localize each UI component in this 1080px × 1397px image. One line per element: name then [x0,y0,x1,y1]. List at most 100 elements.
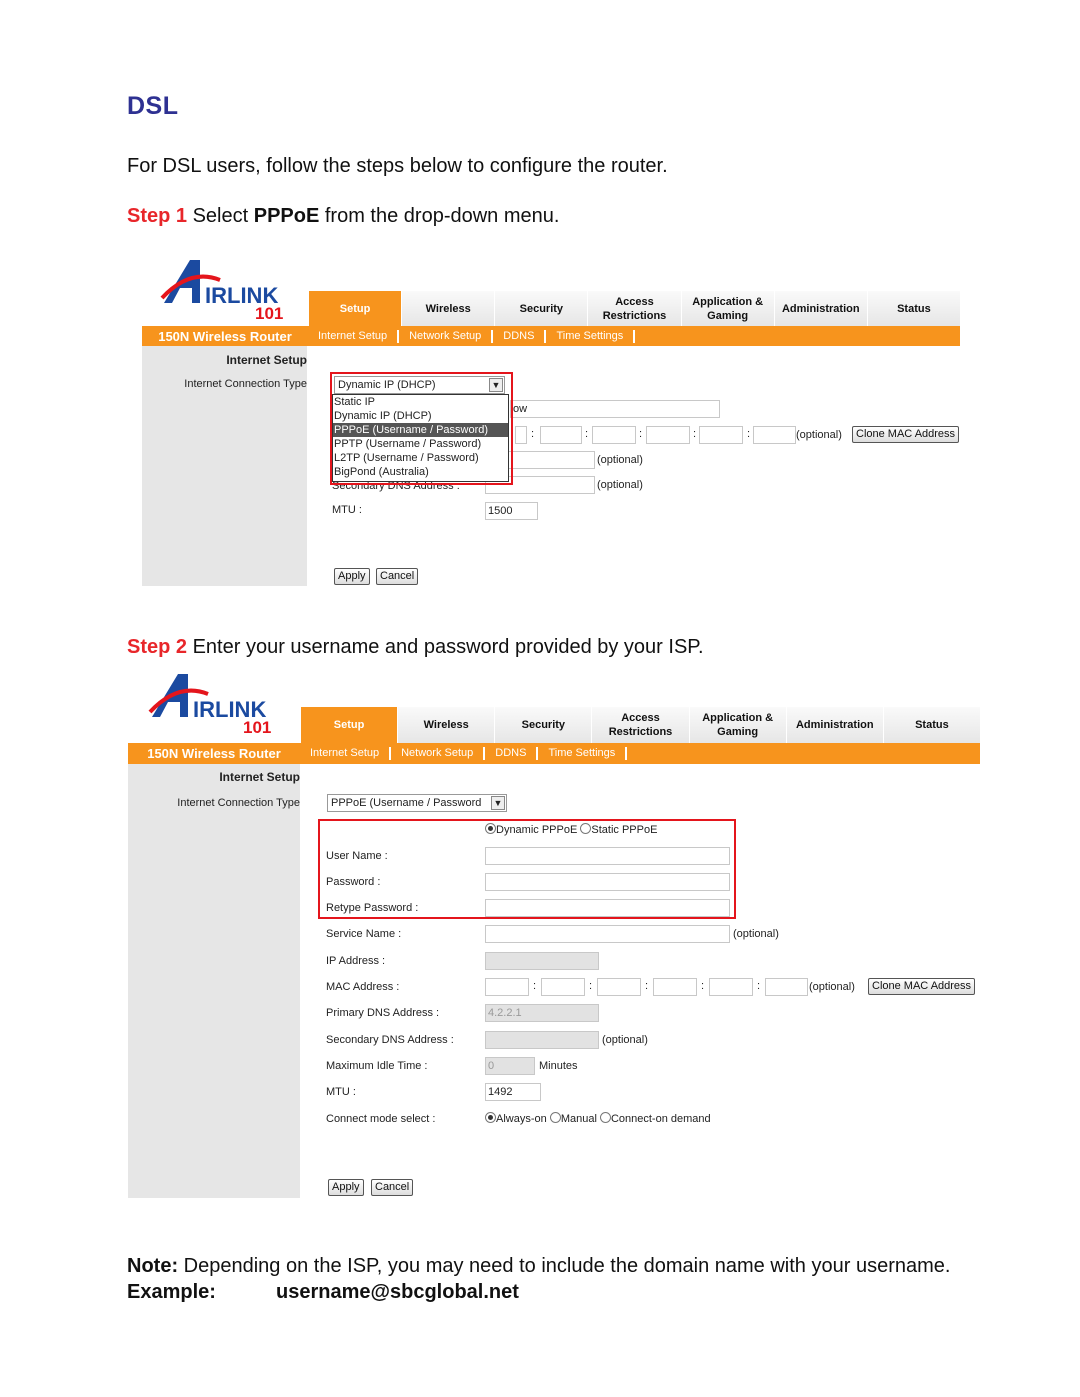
tab-administration[interactable]: Administration [785,707,883,743]
mac-octet-3[interactable] [592,426,636,444]
radio-always-on[interactable] [485,1112,496,1123]
tab-status[interactable]: Status [882,707,980,743]
router-screenshot-1: IRLINK 101 Setup Wireless Security Access… [142,258,960,586]
mac-octet-6[interactable] [753,426,796,444]
primary-dns-input[interactable]: 4.2.2.1 [485,1004,599,1022]
tab-wireless[interactable]: Wireless [401,291,495,326]
step-2-body: Enter your username and password provide… [187,636,704,658]
hidden-field[interactable]: ow [510,400,720,418]
secondary-dns-optional: (optional) [602,1034,648,1046]
product-name: 150N Wireless Router [158,328,292,344]
radio-manual[interactable] [549,1112,561,1123]
example-label: Example: [127,1281,216,1303]
tab-status[interactable]: Status [866,291,960,326]
tab-access-restrictions[interactable]: Access Restrictions [591,707,689,743]
connection-type-label: Internet Connection Type [184,378,307,390]
highlight-box [318,819,736,919]
max-idle-label: Maximum Idle Time : [326,1060,428,1072]
cancel-button[interactable]: Cancel [376,568,419,585]
subtab-time-settings[interactable]: Time Settings [546,329,636,343]
apply-button[interactable]: Apply [334,568,370,585]
sub-nav: 150N Wireless Router Internet Setup Netw… [128,743,980,764]
subtab-ddns[interactable]: DDNS [485,747,539,760]
connect-mode-label: Connect mode select : [326,1113,436,1125]
mac-octet-2[interactable] [540,426,582,444]
mac-octet-1[interactable] [485,978,529,996]
step-1-pre: Select [187,205,254,227]
airlink-logo: IRLINK 101 [160,258,300,323]
always-on-label: Always-on [496,1113,547,1125]
step-2-label: Step 2 [127,636,188,658]
note-text: Note: Depending on the ISP, you may need… [127,1255,950,1278]
secondary-dns-label: Secondary DNS Address : [326,1034,454,1046]
max-idle-input[interactable]: 0 [485,1057,535,1075]
mtu-label: MTU : [332,504,362,516]
connect-mode-group: Always-on Manual Connect-on demand [485,1112,711,1125]
router-screenshot-2: IRLINK 101 Setup Wireless Security Access… [128,672,980,1198]
tab-setup[interactable]: Setup [300,707,398,743]
ip-address-input[interactable] [485,952,599,970]
subtab-ddns[interactable]: DDNS [493,329,547,343]
apply-button[interactable]: Apply [328,1179,364,1196]
subtab-internet-setup[interactable]: Internet Setup [300,747,392,760]
tab-application-gaming[interactable]: Application & Gaming [680,291,774,326]
tab-access-restrictions[interactable]: Access Restrictions [587,291,681,326]
mtu-input[interactable]: 1500 [485,502,538,520]
step-1-bold: PPPoE [253,205,320,227]
note-body: Depending on the ISP, you may need to in… [178,1255,951,1277]
main-nav: Setup Wireless Security Access Restricti… [308,291,960,326]
cancel-button[interactable]: Cancel [371,1179,414,1196]
mac-octet-4[interactable] [646,426,690,444]
primary-dns-optional: (optional) [597,454,643,466]
tab-security[interactable]: Security [494,707,592,743]
example-value: username@sbcglobal.net [276,1281,519,1303]
mac-octet-5[interactable] [699,426,743,444]
secondary-dns-input[interactable] [485,1031,599,1049]
subtab-network-setup[interactable]: Network Setup [399,329,494,343]
mac-octet-6[interactable] [765,978,808,996]
main-nav: Setup Wireless Security Access Restricti… [300,707,980,743]
service-name-input[interactable] [485,925,730,943]
clone-mac-button[interactable]: Clone MAC Address [868,978,976,995]
mac-octet-3[interactable] [597,978,641,996]
section-title: Internet Setup [219,770,300,784]
select-value: PPPoE (Username / Password [331,797,482,809]
step-1-text: Step 1 Select PPPoE from the drop-down m… [127,205,559,228]
connection-type-select[interactable]: PPPoE (Username / Password ▼ [327,794,507,812]
ip-address-label: IP Address : [326,955,386,967]
step-2-text: Step 2 Enter your username and password … [127,636,704,659]
tab-security[interactable]: Security [494,291,588,326]
connect-on-demand-label: Connect-on demand [610,1113,711,1125]
tab-setup[interactable]: Setup [308,291,402,326]
intro-text: For DSL users, follow the steps below to… [127,155,668,177]
step-1-label: Step 1 [127,205,188,227]
clone-mac-button[interactable]: Clone MAC Address [852,426,960,443]
page-heading: DSL [127,92,179,120]
secondary-dns-optional: (optional) [597,479,643,491]
mac-octet-4[interactable] [653,978,697,996]
mtu-label: MTU : [326,1086,356,1098]
mac-octet-2[interactable] [541,978,585,996]
tab-application-gaming[interactable]: Application & Gaming [688,707,786,743]
mac-optional: (optional) [796,429,842,441]
highlight-box [330,372,513,485]
subtab-network-setup[interactable]: Network Setup [391,747,486,760]
mac-octet-5[interactable] [709,978,753,996]
sidebar [128,764,300,1198]
mac-octet-1[interactable] [515,426,527,444]
product-name: 150N Wireless Router [147,746,281,761]
airlink-logo: IRLINK 101 [148,672,288,737]
manual-label: Manual [560,1113,597,1125]
chevron-down-icon: ▼ [491,796,505,810]
mtu-input[interactable]: 1492 [485,1083,541,1101]
subtab-time-settings[interactable]: Time Settings [538,747,628,760]
svg-text:101: 101 [255,304,283,320]
sub-nav: 150N Wireless Router Internet Setup Netw… [142,326,960,346]
tab-administration[interactable]: Administration [773,291,867,326]
primary-dns-label: Primary DNS Address : [326,1007,440,1019]
idle-unit: Minutes [539,1060,578,1072]
radio-connect-on-demand[interactable] [599,1112,611,1123]
tab-wireless[interactable]: Wireless [397,707,495,743]
step-1-post: from the drop-down menu. [319,205,560,227]
subtab-internet-setup[interactable]: Internet Setup [308,329,400,343]
